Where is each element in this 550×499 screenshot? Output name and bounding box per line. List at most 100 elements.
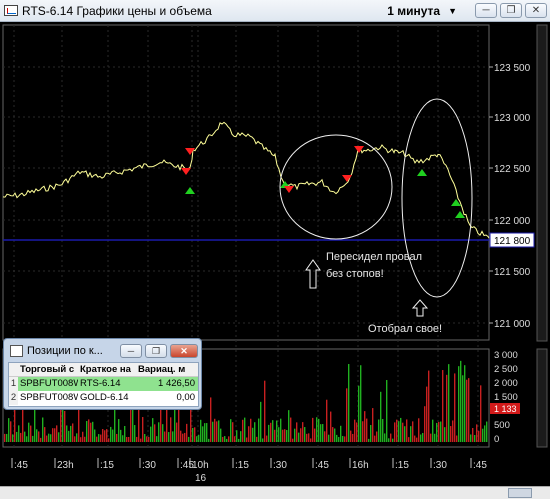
minimize-button[interactable]: ─ [475, 3, 497, 18]
volume-bar [420, 434, 422, 442]
volume-bar [344, 436, 346, 442]
close-button[interactable]: ✕ [525, 3, 547, 18]
table-header: Торговый с Краткое на Вариац. м [9, 363, 198, 377]
volume-bar [346, 388, 348, 442]
volume-bar [296, 422, 298, 442]
volume-tick-label: 1 500 [494, 392, 518, 403]
volume-bar [388, 438, 390, 442]
volume-bar [48, 433, 50, 442]
table-row[interactable]: 1 SPBFUT008W RTS-6.14 1 426,50 [9, 377, 198, 391]
annotation-note-1-line1: Пересидел провал [326, 251, 422, 263]
volume-bar [350, 430, 352, 442]
volume-bar [212, 421, 214, 442]
volume-bar [300, 428, 302, 442]
volume-bar [100, 434, 102, 442]
column-header-account[interactable]: Торговый с [18, 363, 78, 376]
positions-titlebar[interactable]: Позиции по к... ─ ❐ ✕ [4, 339, 201, 362]
volume-tick-label: 0 [494, 434, 499, 445]
volume-bar [262, 438, 264, 442]
horizontal-scrollbar[interactable] [0, 486, 550, 499]
volume-bar [24, 431, 26, 442]
volume-bar [150, 426, 152, 442]
volume-bar [148, 436, 150, 442]
volume-bar [336, 434, 338, 442]
volume-bar [224, 436, 226, 442]
volume-bar [128, 437, 130, 442]
volume-bar [342, 435, 344, 442]
volume-bar [68, 430, 70, 442]
volume-bar [164, 431, 166, 442]
volume-tick-label: 3 000 [494, 350, 518, 361]
volume-bar [44, 427, 46, 442]
volume-bar [96, 436, 98, 442]
column-header-variation[interactable]: Вариац. м [136, 363, 198, 376]
volume-bar [20, 432, 22, 442]
volume-bar [8, 418, 10, 442]
column-header-instrument[interactable]: Краткое на [78, 363, 136, 376]
volume-bar [4, 433, 6, 442]
chart-area[interactable]: Пересидел провал без стопов! Отобрал сво… [0, 22, 550, 499]
positions-close-button[interactable]: ✕ [170, 343, 198, 358]
positions-table[interactable]: Торговый с Краткое на Вариац. м 1 SPBFUT… [8, 362, 199, 407]
horizontal-scrollbar-thumb[interactable] [508, 488, 532, 498]
volume-bar [356, 422, 358, 442]
volume-bar [198, 434, 200, 442]
annotation-note-1-line2: без стопов! [326, 268, 384, 280]
time-tick-label: :45 [473, 460, 487, 471]
volume-bar [82, 431, 84, 442]
volume-pane-scrollbar[interactable] [536, 348, 548, 448]
positions-minimize-button[interactable]: ─ [120, 343, 142, 358]
price-volume-chart[interactable]: Пересидел провал без стопов! Отобрал сво… [0, 22, 550, 486]
volume-bar [184, 432, 186, 442]
window-title: RTS-6.14 Графики цены и объема [22, 3, 212, 18]
volume-bar [372, 408, 374, 442]
row-instrument: RTS-6.14 [80, 378, 121, 389]
volume-bar [94, 429, 96, 442]
row-variation: 0,00 [176, 392, 196, 403]
volume-bar [462, 375, 464, 442]
volume-bar [378, 419, 380, 442]
volume-bar [286, 429, 288, 442]
volume-tick-label: 2 500 [494, 364, 518, 375]
price-pane-scrollbar[interactable] [536, 24, 548, 342]
time-tick-label: :15 [235, 460, 249, 471]
volume-bar [370, 425, 372, 442]
volume-tick-label: 2 000 [494, 378, 518, 389]
volume-bar [104, 430, 106, 442]
volume-bar [208, 438, 210, 442]
restore-button[interactable]: ❐ [500, 3, 522, 18]
volume-bar [98, 434, 100, 442]
volume-bar [330, 411, 332, 442]
volume-bar [270, 422, 272, 442]
volume-bar [292, 438, 294, 442]
time-tick-label: :15 [100, 460, 114, 471]
volume-bar [332, 427, 334, 442]
volume-bar [400, 417, 402, 442]
positions-window[interactable]: Позиции по к... ─ ❐ ✕ Торговый с Краткое… [3, 338, 202, 410]
volume-bar [242, 419, 244, 442]
positions-restore-button[interactable]: ❐ [145, 343, 167, 358]
volume-bar [142, 417, 144, 442]
volume-bar [26, 436, 28, 442]
volume-bar [416, 437, 418, 442]
volume-bar [426, 386, 428, 442]
price-tick-label: 122 500 [494, 164, 531, 175]
row-number-header [9, 363, 18, 376]
volume-bar [452, 420, 454, 442]
period-selector[interactable]: 1 минута [387, 4, 440, 18]
volume-bar [314, 428, 316, 442]
volume-bar [136, 436, 138, 442]
annotation-note-2: Отобрал свое! [368, 323, 442, 335]
volume-bar [230, 419, 232, 442]
volume-bar [196, 436, 198, 442]
volume-bar [458, 366, 460, 442]
volume-bar [240, 431, 242, 442]
volume-bar [58, 432, 60, 442]
volume-bar [86, 421, 88, 442]
chevron-down-icon[interactable]: ▼ [448, 6, 457, 16]
volume-bar [200, 419, 202, 442]
volume-bar [484, 425, 486, 442]
table-row[interactable]: 2 SPBFUT008W GOLD-6.14 0,00 [9, 391, 198, 405]
volume-bar [46, 435, 48, 442]
time-tick-label: 16h [352, 460, 369, 471]
